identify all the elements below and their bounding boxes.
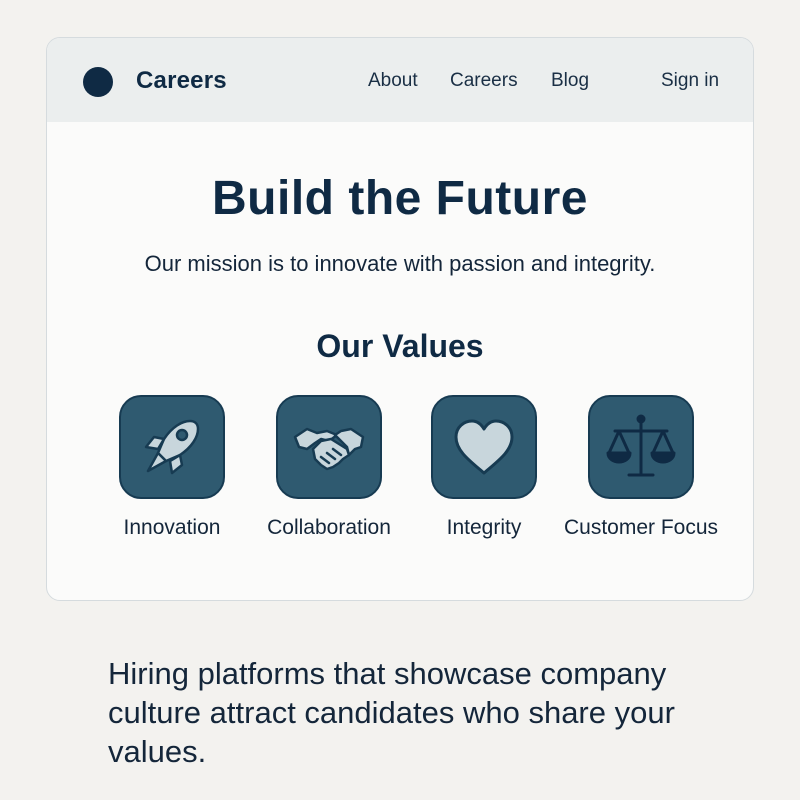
handshake-icon — [293, 427, 365, 471]
value-label: Collaboration — [267, 516, 391, 539]
rocket-icon — [144, 419, 200, 475]
logo-icon[interactable] — [83, 67, 113, 97]
value-tile-innovation[interactable] — [119, 395, 225, 499]
nav-link-careers[interactable]: Careers — [450, 70, 518, 92]
top-navbar: Careers About Careers Blog Sign in — [47, 38, 753, 122]
value-tile-customer-focus[interactable] — [588, 395, 694, 499]
value-integrity: Integrity — [399, 395, 569, 540]
brand-name[interactable]: Careers — [136, 67, 227, 95]
heart-icon — [454, 419, 514, 475]
hero-title: Build the Future — [212, 172, 588, 225]
caption-text: Hiring platforms that showcase company c… — [108, 656, 675, 769]
value-innovation: Innovation — [87, 395, 257, 540]
value-tile-integrity[interactable] — [431, 395, 537, 499]
values-heading: Our Values — [316, 328, 484, 364]
value-label: Innovation — [123, 516, 221, 539]
scales-icon — [606, 414, 676, 477]
hero-subtitle: Our mission is to innovate with passion … — [144, 251, 656, 276]
sign-in-link[interactable]: Sign in — [661, 70, 719, 92]
value-label: Integrity — [446, 516, 522, 539]
nav-link-about[interactable]: About — [368, 70, 418, 92]
value-customer-focus: Customer Focus — [556, 395, 726, 540]
value-label: Customer Focus — [563, 516, 719, 539]
nav-link-blog[interactable]: Blog — [551, 70, 589, 92]
value-collaboration: Collaboration — [244, 395, 414, 540]
careers-page-card: Careers About Careers Blog Sign in Build… — [46, 37, 754, 601]
value-tile-collaboration[interactable] — [276, 395, 382, 499]
